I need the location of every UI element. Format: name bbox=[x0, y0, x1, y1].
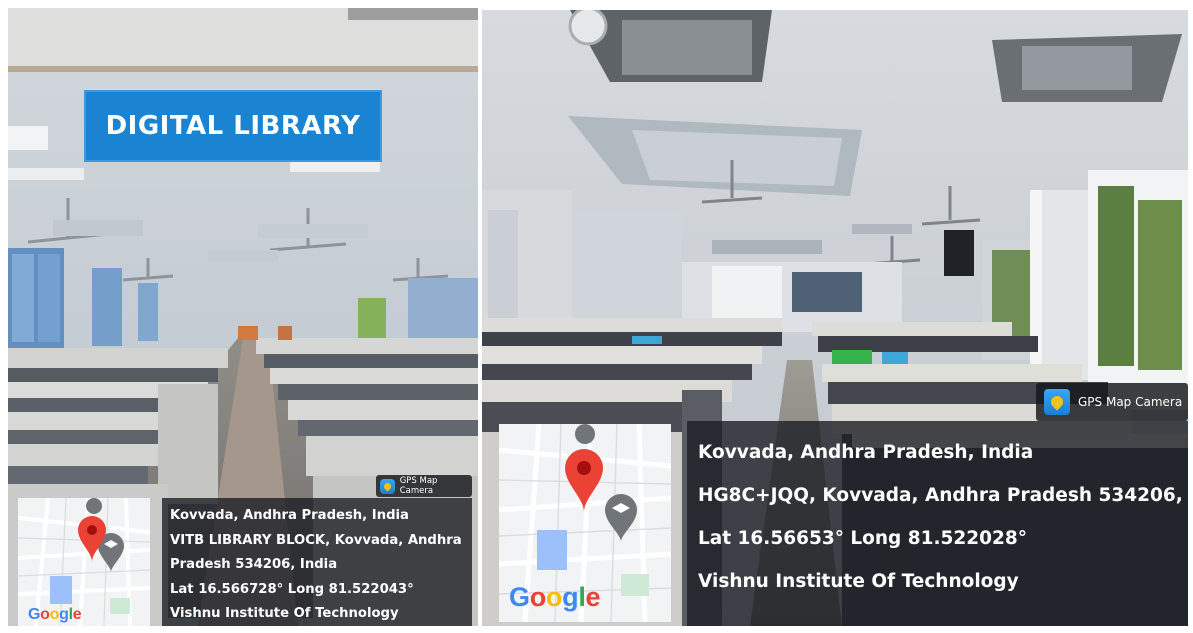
left-map-thumbnail: Google bbox=[18, 498, 150, 626]
sign-text: DIGITAL LIBRARY bbox=[105, 111, 361, 141]
location-address-line-1: VITB LIBRARY BLOCK, Kovvada, Andhra bbox=[170, 532, 462, 548]
school-cap-icon-top bbox=[86, 498, 102, 514]
gps-badge-label: GPS Map Camera bbox=[1078, 395, 1183, 409]
location-address-line-2: Pradesh 534206, India bbox=[170, 557, 338, 572]
gps-badge-label: GPS Map Camera bbox=[399, 476, 438, 496]
location-info-panel: Kovvada, Andhra Pradesh, India VITB LIBR… bbox=[162, 498, 472, 626]
gps-map-camera-badge: GPS Map Camera bbox=[376, 475, 472, 497]
right-photo: Google GPS Map Camera Kovvada, Andhra Pr… bbox=[482, 10, 1188, 626]
school-cap-icon-top bbox=[575, 424, 595, 444]
gps-map-camera-badge: GPS Map Camera bbox=[1036, 383, 1188, 421]
location-coordinates: Lat 16.566728° Long 81.522043° bbox=[170, 581, 414, 597]
location-address: HG8C+JQQ, Kovvada, Andhra Pradesh 534206… bbox=[698, 485, 1188, 506]
location-institution: Vishnu Institute Of Technology bbox=[170, 606, 399, 621]
gps-map-camera-icon bbox=[1044, 389, 1070, 415]
google-logo: Google bbox=[28, 606, 82, 623]
google-logo: Google bbox=[509, 582, 601, 612]
right-map-thumbnail: Google bbox=[499, 424, 671, 622]
location-info-panel: Kovvada, Andhra Pradesh, India HG8C+JQQ,… bbox=[687, 421, 1188, 626]
location-institution: Vishnu Institute Of Technology bbox=[698, 571, 1019, 592]
left-photo: DIGITAL LIBRARY Google GPS Map Camera Ko… bbox=[8, 8, 478, 626]
location-city: Kovvada, Andhra Pradesh, India bbox=[170, 508, 409, 523]
location-city: Kovvada, Andhra Pradesh, India bbox=[698, 442, 1034, 463]
digital-library-sign: DIGITAL LIBRARY bbox=[84, 90, 382, 162]
location-coordinates: Lat 16.56653° Long 81.522028° bbox=[698, 528, 1027, 549]
gps-map-camera-icon bbox=[380, 478, 395, 494]
